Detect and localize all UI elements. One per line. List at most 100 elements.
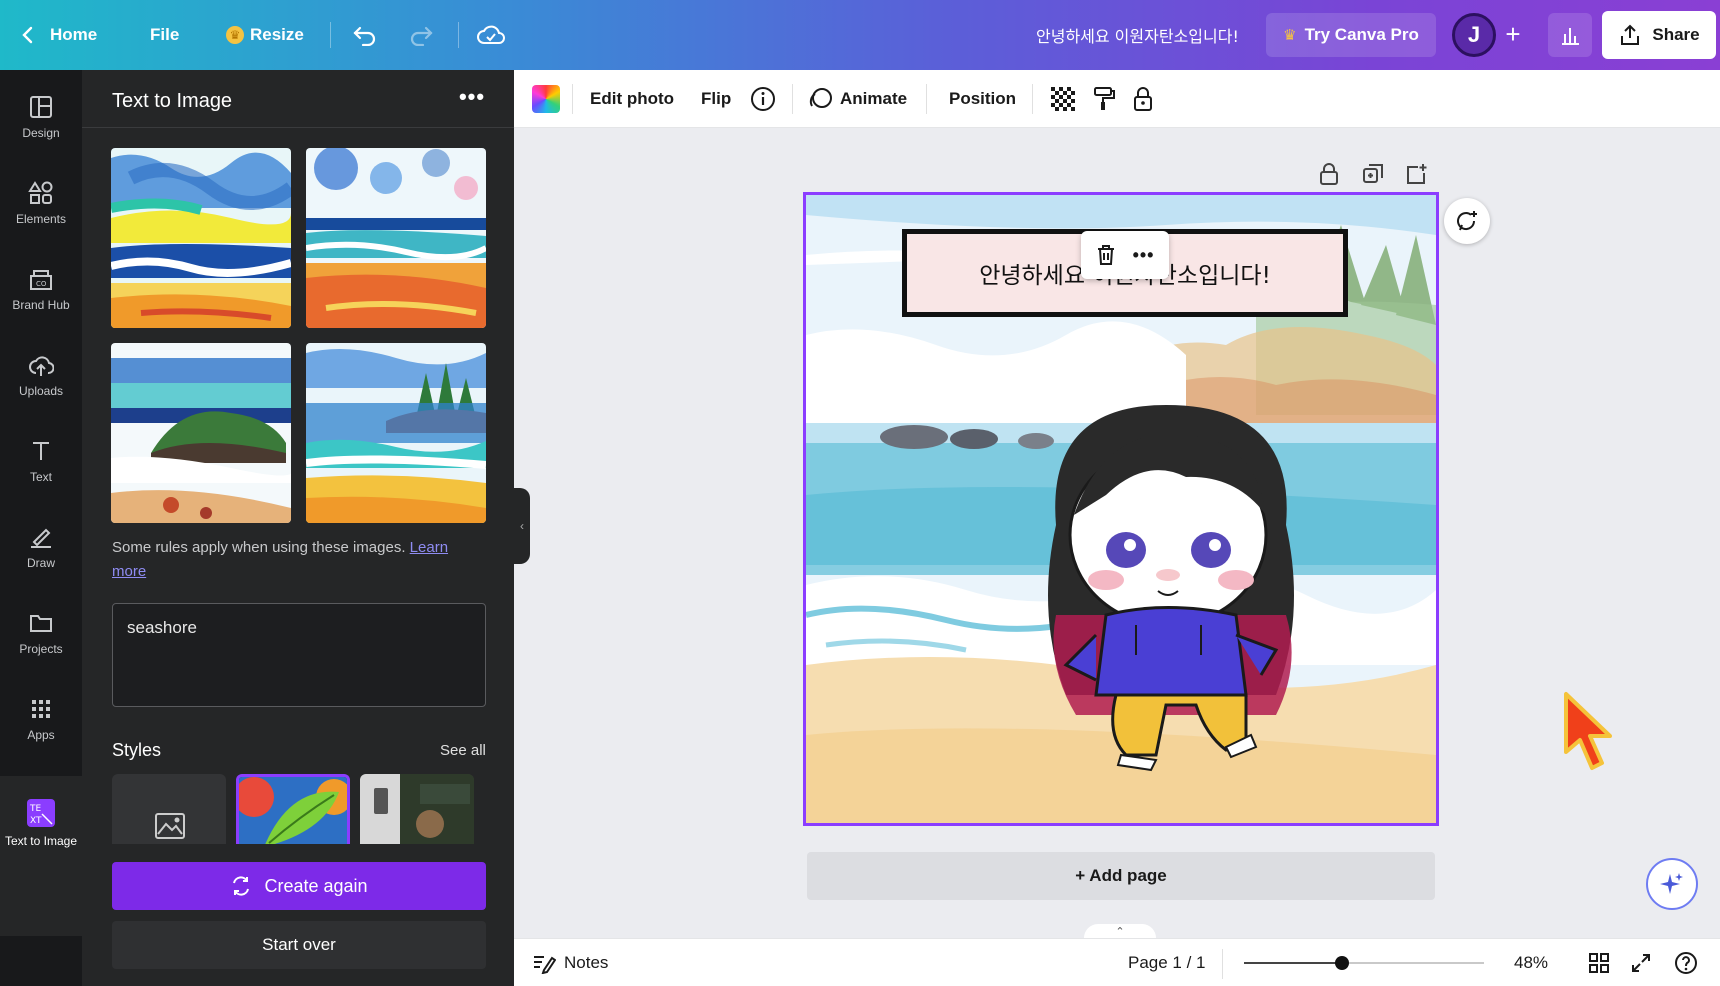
style-option-watercolor[interactable] <box>236 774 350 844</box>
lock-button[interactable] <box>1132 70 1154 128</box>
generated-image-3[interactable] <box>111 343 291 523</box>
undo-button[interactable] <box>352 0 378 70</box>
zoom-slider[interactable] <box>1244 956 1484 970</box>
prompt-input[interactable]: seashore <box>112 603 486 707</box>
generated-image-2[interactable] <box>306 148 486 328</box>
element-context-menu: ••• <box>1081 231 1169 279</box>
svg-text:CO: CO <box>36 280 47 288</box>
trash-icon[interactable] <box>1096 244 1116 266</box>
chevron-up-icon: ⌃ <box>1115 926 1125 938</box>
rail-item-draw[interactable]: Draw <box>0 512 82 592</box>
edit-photo-button[interactable]: Edit photo <box>590 70 674 128</box>
create-again-button[interactable]: Create again <box>112 862 486 910</box>
fullscreen-button[interactable] <box>1630 939 1652 986</box>
image-placeholder-icon <box>155 813 185 839</box>
color-swatch[interactable] <box>532 85 560 113</box>
divider <box>458 22 459 48</box>
rail-item-design[interactable]: Design <box>0 82 82 162</box>
rail-item-brand-hub[interactable]: CO Brand Hub <box>0 254 82 334</box>
seascape-image <box>111 148 291 328</box>
try-canva-pro-button[interactable]: ♛ Try Canva Pro <box>1266 13 1436 57</box>
rail-item-text-to-image[interactable]: TE XT Text to Image <box>0 786 82 876</box>
magic-assistant-button[interactable] <box>1646 858 1698 910</box>
notes-icon <box>534 956 556 974</box>
info-button[interactable] <box>750 70 776 128</box>
top-bar: Home File ♛ Resize 안녕하세요 이원자탄소입니다! ♛ Try… <box>0 0 1720 70</box>
insights-button[interactable] <box>1548 13 1592 57</box>
zoom-level[interactable]: 48% <box>1514 939 1548 986</box>
collapse-panel-handle[interactable]: ‹ <box>514 488 530 564</box>
invite-plus-button[interactable]: + <box>1496 18 1530 52</box>
transparency-button[interactable] <box>1051 70 1075 128</box>
resize-button[interactable]: ♛ Resize <box>226 0 304 70</box>
grid-view-icon <box>1589 953 1609 973</box>
home-label: Home <box>50 25 98 44</box>
divider <box>926 84 927 114</box>
home-button[interactable]: Home <box>20 0 97 70</box>
zoom-slider-handle[interactable] <box>1335 956 1350 970</box>
photo-style-image <box>360 774 474 844</box>
comment-button[interactable] <box>1444 198 1490 244</box>
style-option-photo[interactable] <box>360 774 474 844</box>
animate-swirl-icon <box>809 88 832 108</box>
add-page-bar[interactable]: + Add page <box>807 852 1435 900</box>
text-to-image-icon: TE XT <box>27 799 55 827</box>
flip-button[interactable]: Flip <box>701 70 731 128</box>
animate-button[interactable]: Animate <box>808 70 907 128</box>
lock-icon <box>1320 163 1338 185</box>
rail-item-uploads[interactable]: Uploads <box>0 340 82 420</box>
left-rail: Design Elements CO Brand Hub Uploads Tex… <box>0 70 82 986</box>
shapes-icon <box>28 181 53 204</box>
svg-text:TE: TE <box>29 804 41 814</box>
mouse-cursor-icon <box>1564 692 1612 770</box>
panel-title: Text to Image <box>112 90 233 112</box>
rules-label: Some rules apply when using these images… <box>112 539 406 556</box>
rail-label: Elements <box>15 212 67 226</box>
grid-view-button[interactable] <box>1588 939 1610 986</box>
rail-item-text[interactable]: Text <box>0 426 82 506</box>
expand-icon <box>1632 954 1650 972</box>
rail-item-elements[interactable]: Elements <box>0 168 82 248</box>
copy-style-button[interactable] <box>1092 70 1116 128</box>
generated-image-1[interactable] <box>111 148 291 328</box>
text-t-icon <box>33 442 49 460</box>
help-button[interactable] <box>1674 939 1698 986</box>
grid-dots-icon <box>32 700 50 718</box>
rail-item-apps[interactable]: Apps <box>0 684 82 764</box>
layout-icon <box>30 96 52 118</box>
design-page[interactable]: 안녕하세요 이원자탄소입니다! ••• <box>803 192 1439 826</box>
panel-more-button[interactable]: ••• <box>452 84 492 114</box>
avatar[interactable]: J <box>1452 13 1496 57</box>
generated-image-4[interactable] <box>306 343 486 523</box>
redo-button[interactable] <box>408 0 434 70</box>
resize-label: Resize <box>250 25 304 44</box>
notes-button[interactable]: Notes <box>532 939 608 986</box>
duplicate-icon <box>1363 164 1383 183</box>
add-page-button[interactable] <box>1404 162 1430 188</box>
document-title[interactable]: 안녕하세요 이원자탄소입니다! <box>1036 0 1239 70</box>
cloud-save-button[interactable] <box>476 0 506 70</box>
position-button[interactable]: Position <box>949 70 1016 128</box>
seascape-image <box>306 148 486 328</box>
usage-rules-text: Some rules apply when using these images… <box>112 536 472 584</box>
file-menu[interactable]: File <box>150 0 179 70</box>
refresh-icon <box>233 876 250 896</box>
styles-heading: Styles <box>112 740 162 760</box>
crown-icon: ♛ <box>1283 27 1297 44</box>
duplicate-page-button[interactable] <box>1361 162 1387 188</box>
style-option-none[interactable] <box>112 774 226 844</box>
more-options-icon[interactable]: ••• <box>1133 245 1155 266</box>
rail-label: Design <box>22 126 60 140</box>
page-indicator[interactable]: Page 1 / 1 <box>1128 939 1206 986</box>
divider <box>792 84 793 114</box>
bar-chart-icon <box>1562 28 1579 45</box>
try-pro-label: Try Canva Pro <box>1304 25 1419 44</box>
share-button[interactable]: Share <box>1602 11 1716 59</box>
rail-label: Uploads <box>18 384 64 398</box>
status-bar: Notes Page 1 / 1 48% <box>514 938 1720 986</box>
rail-item-projects[interactable]: Projects <box>0 598 82 678</box>
start-over-button[interactable]: Start over <box>112 921 486 969</box>
lock-page-button[interactable] <box>1318 162 1344 188</box>
see-all-link[interactable]: See all <box>440 742 486 759</box>
add-page-icon <box>1407 164 1427 184</box>
